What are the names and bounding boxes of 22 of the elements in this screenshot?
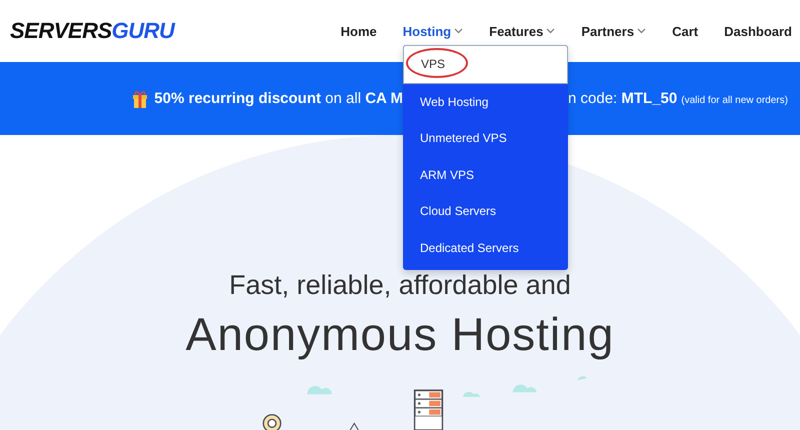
nav-link[interactable]: Features <box>489 24 556 38</box>
hero-title: Anonymous Hosting <box>186 307 614 361</box>
gift-icon <box>132 90 148 108</box>
nav-link[interactable]: Home <box>340 24 377 38</box>
menu-item[interactable]: Web Hosting <box>403 84 568 120</box>
menu-item[interactable]: ARM VPS <box>403 156 568 193</box>
nav-link[interactable]: Hosting <box>402 24 464 38</box>
hero-subtitle: Fast, reliable, affordable and <box>229 270 571 301</box>
promo-note: (valid for all new orders) <box>681 95 788 106</box>
nav-link[interactable]: Partners <box>581 24 646 38</box>
promo-code-text: n code: MTL_50 <box>568 90 678 107</box>
nav-link[interactable]: Cart <box>672 24 698 38</box>
logo[interactable]: SERVERSGURU <box>10 18 174 44</box>
menu-item[interactable]: VPS <box>403 45 568 84</box>
menu-item[interactable]: Cloud Servers <box>403 193 568 230</box>
menu-item[interactable]: Dedicated Servers <box>403 230 568 266</box>
chevron-down-icon <box>637 28 646 34</box>
chevron-down-icon <box>454 28 464 34</box>
promo-text: 50% recurring discount on all CA M <box>154 90 403 107</box>
chevron-down-icon <box>546 28 556 34</box>
nav-link[interactable]: Dashboard <box>724 24 792 38</box>
menu-item[interactable]: Unmetered VPS <box>403 120 568 156</box>
